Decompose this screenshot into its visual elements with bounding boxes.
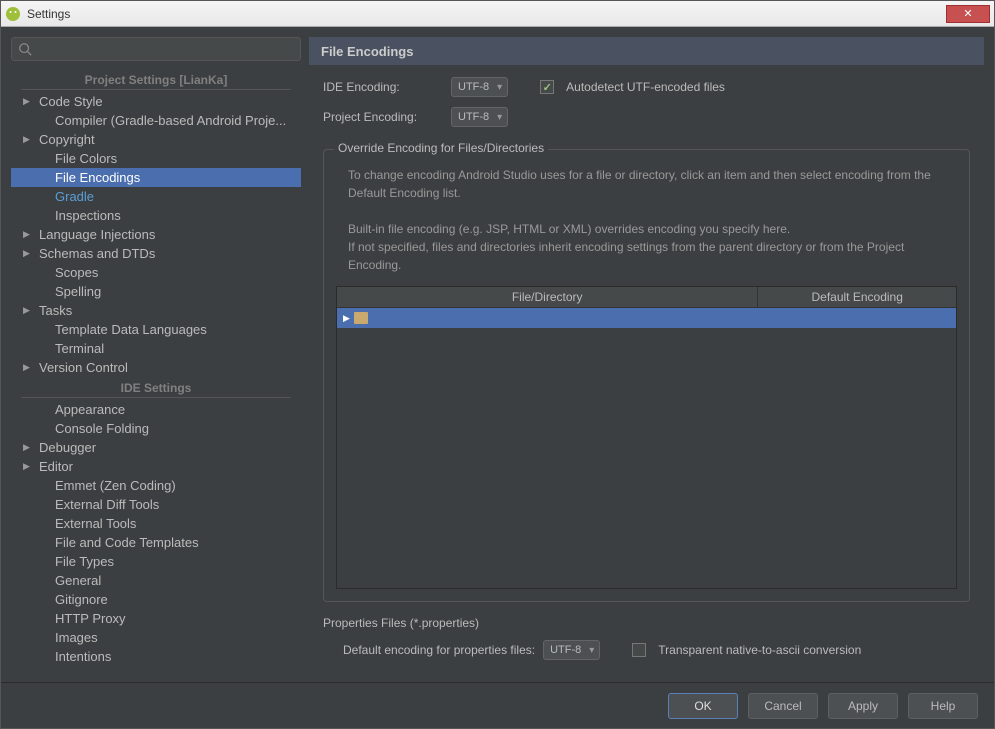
expand-icon[interactable]: ▶ xyxy=(343,313,350,324)
tree-item[interactable]: Language Injections xyxy=(11,225,301,244)
cancel-button[interactable]: Cancel xyxy=(748,693,818,719)
tree-item[interactable]: General xyxy=(11,571,301,590)
tree-item[interactable]: File and Code Templates xyxy=(11,533,301,552)
col-default-encoding[interactable]: Default Encoding xyxy=(758,287,956,308)
settings-tree[interactable]: Project Settings [LianKa] Code StyleComp… xyxy=(11,69,301,672)
help-line-1: To change encoding Android Studio uses f… xyxy=(348,166,945,202)
ide-encoding-row: IDE Encoding: UTF-8 Autodetect UTF-encod… xyxy=(323,77,970,97)
tree-item[interactable]: File Types xyxy=(11,552,301,571)
settings-window: Settings ✕ Project Settings [LianKa] Cod… xyxy=(0,0,995,729)
section-project: Project Settings [LianKa] xyxy=(21,69,291,90)
project-encoding-label: Project Encoding: xyxy=(323,110,443,124)
ide-encoding-label: IDE Encoding: xyxy=(323,80,443,94)
override-fieldset: Override Encoding for Files/Directories … xyxy=(323,149,970,602)
tree-item[interactable]: Gradle xyxy=(11,187,301,206)
titlebar: Settings ✕ xyxy=(1,1,994,27)
app-icon xyxy=(5,6,21,22)
properties-legend: Properties Files (*.properties) xyxy=(323,616,970,630)
help-line-3: If not specified, files and directories … xyxy=(348,238,945,274)
window-title: Settings xyxy=(27,7,946,21)
tree-item[interactable]: Emmet (Zen Coding) xyxy=(11,476,301,495)
tree-item[interactable]: Images xyxy=(11,628,301,647)
transparent-checkbox[interactable] xyxy=(632,643,646,657)
tree-item[interactable]: External Diff Tools xyxy=(11,495,301,514)
tree-item[interactable]: Debugger xyxy=(11,438,301,457)
help-line-2: Built-in file encoding (e.g. JSP, HTML o… xyxy=(348,220,945,238)
tree-item[interactable]: Gitignore xyxy=(11,590,301,609)
props-encoding-dropdown[interactable]: UTF-8 xyxy=(543,640,600,660)
transparent-label: Transparent native-to-ascii conversion xyxy=(658,643,861,657)
tree-item[interactable]: Version Control xyxy=(11,358,301,377)
main-panel: File Encodings IDE Encoding: UTF-8 Autod… xyxy=(309,37,984,672)
encoding-table: File/Directory Default Encoding ▶ xyxy=(336,286,957,589)
folder-icon xyxy=(354,312,368,324)
tree-item[interactable]: Inspections xyxy=(11,206,301,225)
tree-item[interactable]: Schemas and DTDs xyxy=(11,244,301,263)
project-encoding-row: Project Encoding: UTF-8 xyxy=(323,107,970,127)
tree-item[interactable]: Spelling xyxy=(11,282,301,301)
tree-item[interactable]: Console Folding xyxy=(11,419,301,438)
help-text: To change encoding Android Studio uses f… xyxy=(348,166,945,274)
table-body[interactable]: ▶ xyxy=(337,308,956,588)
autodetect-label: Autodetect UTF-encoded files xyxy=(566,80,725,94)
table-row[interactable]: ▶ xyxy=(337,308,956,328)
tree-item[interactable]: Code Style xyxy=(11,92,301,111)
project-encoding-dropdown[interactable]: UTF-8 xyxy=(451,107,508,127)
close-button[interactable]: ✕ xyxy=(946,5,990,23)
properties-row: Default encoding for properties files: U… xyxy=(323,640,970,660)
help-button[interactable]: Help xyxy=(908,693,978,719)
tree-item[interactable]: Compiler (Gradle-based Android Proje... xyxy=(11,111,301,130)
tree-item[interactable]: File Encodings xyxy=(11,168,301,187)
search-input[interactable] xyxy=(36,42,294,56)
tree-item[interactable]: Scopes xyxy=(11,263,301,282)
tree-item[interactable]: HTTP Proxy xyxy=(11,609,301,628)
tree-item[interactable]: Appearance xyxy=(11,400,301,419)
section-ide: IDE Settings xyxy=(21,377,291,398)
table-header: File/Directory Default Encoding xyxy=(337,287,956,308)
tree-item[interactable]: Intentions xyxy=(11,647,301,666)
tree-item[interactable]: Terminal xyxy=(11,339,301,358)
tree-item[interactable]: External Tools xyxy=(11,514,301,533)
ok-button[interactable]: OK xyxy=(668,693,738,719)
override-legend: Override Encoding for Files/Directories xyxy=(334,141,548,155)
apply-button[interactable]: Apply xyxy=(828,693,898,719)
autodetect-checkbox[interactable] xyxy=(540,80,554,94)
panel-title: File Encodings xyxy=(309,37,984,65)
content-area: Project Settings [LianKa] Code StyleComp… xyxy=(1,27,994,682)
search-icon xyxy=(18,42,32,56)
properties-section: Properties Files (*.properties) Default … xyxy=(323,616,970,660)
search-box[interactable] xyxy=(11,37,301,61)
panel-body: IDE Encoding: UTF-8 Autodetect UTF-encod… xyxy=(309,65,984,672)
tree-item[interactable]: Editor xyxy=(11,457,301,476)
tree-item[interactable]: File Colors xyxy=(11,149,301,168)
footer: OK Cancel Apply Help xyxy=(1,682,994,728)
col-file-directory[interactable]: File/Directory xyxy=(337,287,758,308)
props-encoding-label: Default encoding for properties files: xyxy=(343,643,535,657)
ide-encoding-dropdown[interactable]: UTF-8 xyxy=(451,77,508,97)
sidebar: Project Settings [LianKa] Code StyleComp… xyxy=(11,37,301,672)
tree-item[interactable]: Tasks xyxy=(11,301,301,320)
tree-item[interactable]: Copyright xyxy=(11,130,301,149)
tree-item[interactable]: Template Data Languages xyxy=(11,320,301,339)
